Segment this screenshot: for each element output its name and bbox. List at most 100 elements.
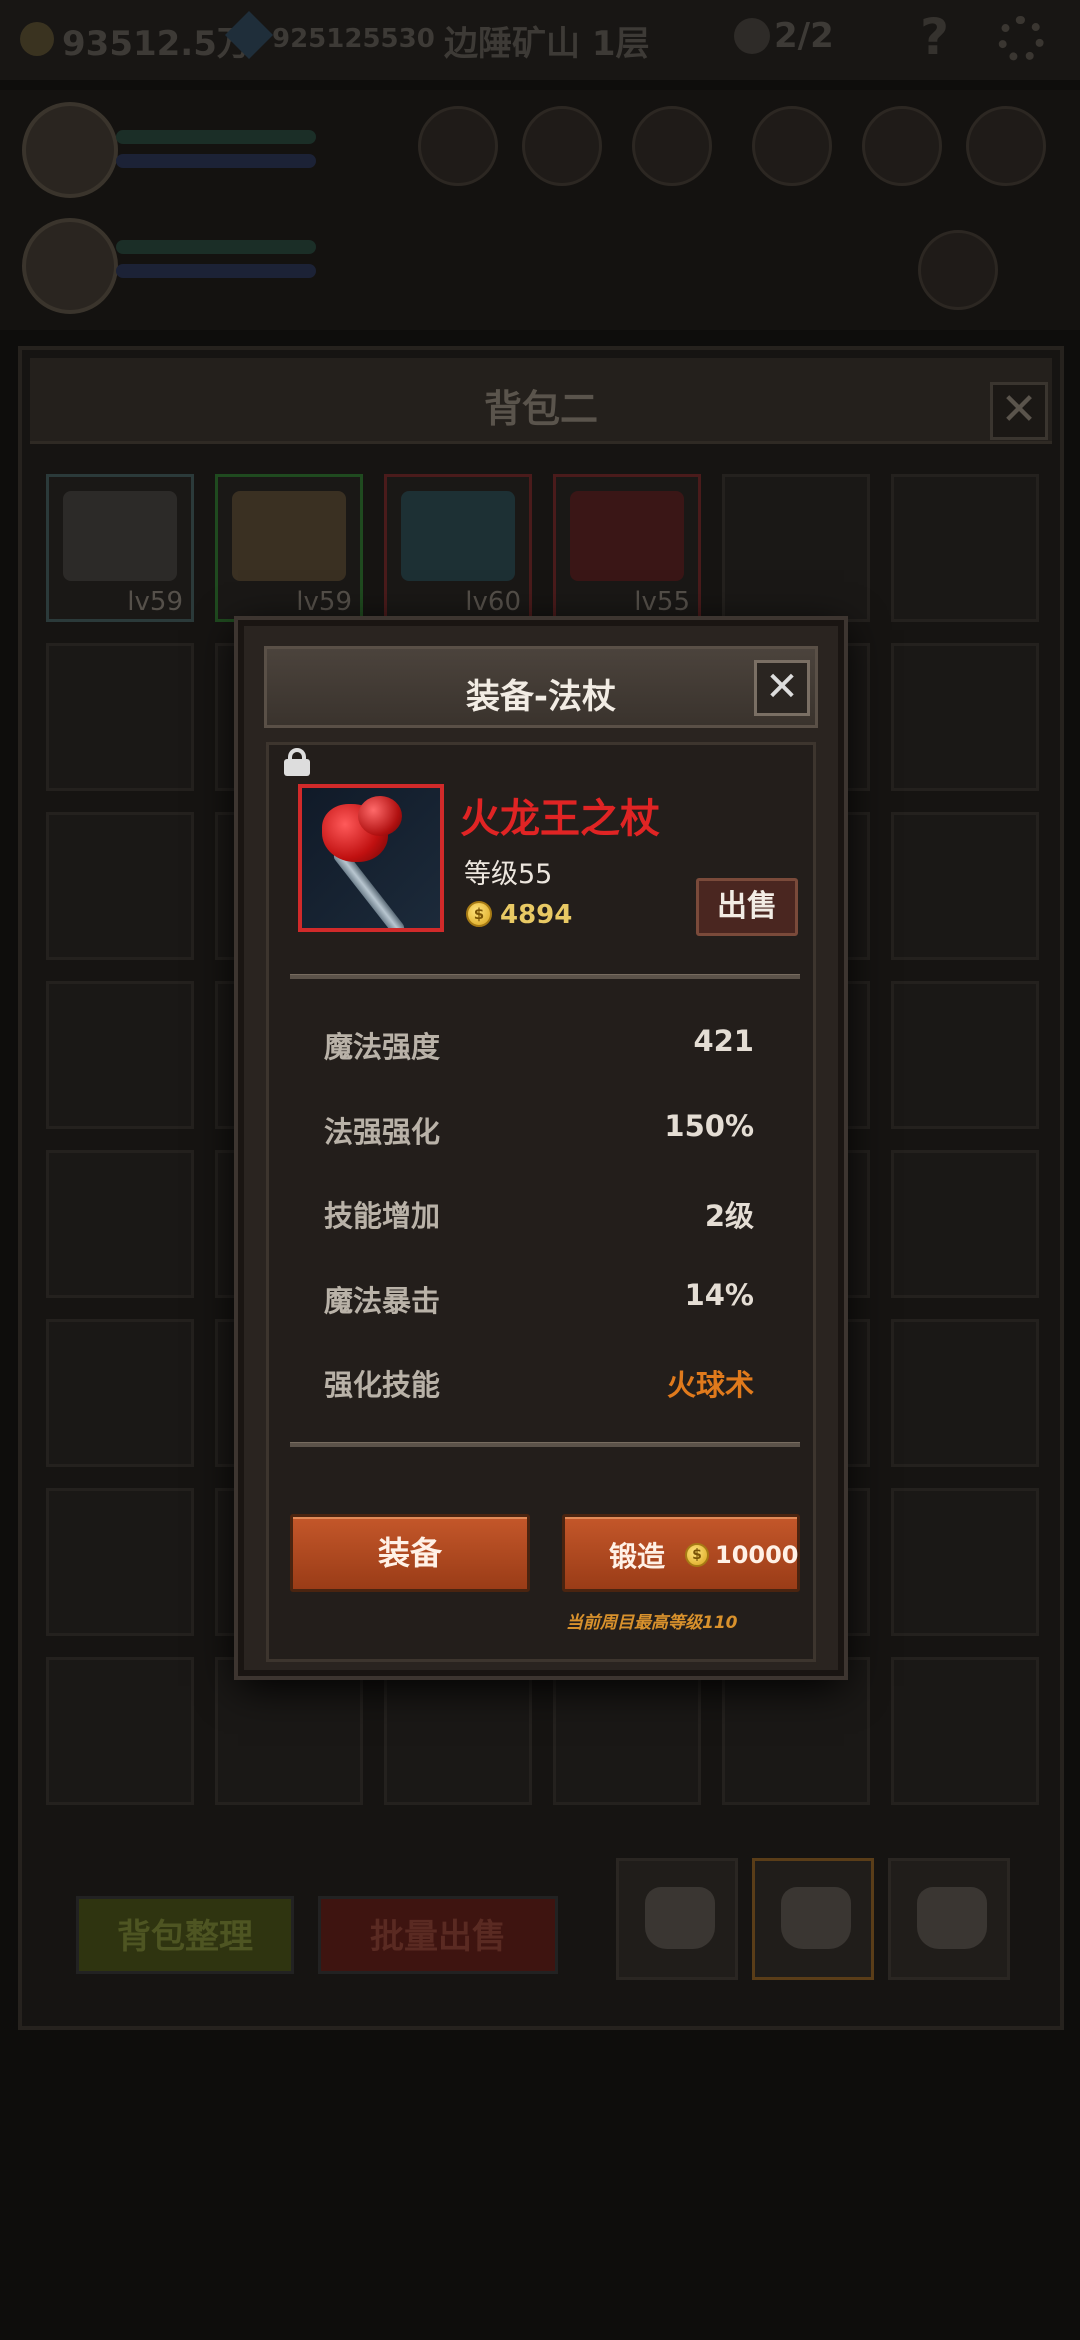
forge-level-note: 当前周目最高等级110 <box>566 1613 738 1633</box>
backpack-icon <box>917 1887 987 1949</box>
staff-icon <box>570 491 684 581</box>
inventory-slot[interactable] <box>891 643 1039 791</box>
equip-button[interactable]: 装备 <box>290 1514 530 1592</box>
inventory-slot[interactable] <box>46 643 194 791</box>
inventory-slot[interactable] <box>46 1319 194 1467</box>
stat-row: 法强强化 150% <box>324 1109 754 1149</box>
stat-label: 强化技能 <box>324 1368 441 1402</box>
bag-panel-header: 背包二 ✕ <box>30 358 1052 444</box>
bag-tab-2[interactable] <box>752 1858 874 1980</box>
inventory-slot[interactable] <box>46 1657 194 1805</box>
pet-mp-bar <box>116 264 316 278</box>
settings-gear-icon[interactable] <box>998 16 1044 62</box>
gold-amount: 93512.5万 <box>62 24 251 64</box>
dialog-header: 装备-法杖 <box>264 646 818 728</box>
slot-level: lv55 <box>634 587 690 617</box>
inventory-slot[interactable] <box>891 1319 1039 1467</box>
stat-value: 150% <box>664 1109 754 1143</box>
inventory-slot[interactable] <box>891 812 1039 960</box>
backpack-icon <box>781 1887 851 1949</box>
inventory-slot[interactable] <box>46 1150 194 1298</box>
top-resource-bar: 93512.5万 925125530 边陲矿山 1层 2/2 ? <box>0 0 1080 80</box>
inventory-slot[interactable]: lv59 <box>46 474 194 622</box>
bag-panel-title: 背包二 <box>483 387 598 431</box>
stat-value: 2级 <box>704 1199 754 1233</box>
lock-icon[interactable] <box>284 748 310 776</box>
stat-label: 技能增加 <box>324 1199 441 1233</box>
inventory-slot[interactable] <box>46 981 194 1129</box>
inventory-slot[interactable] <box>46 1488 194 1636</box>
item-detail-dialog: 装备-法杖 ✕ 火龙王之杖 等级55 $ 4894 出售 魔法强度 421 法强强化… <box>238 620 844 1676</box>
stat-label: 魔法暴击 <box>324 1284 441 1318</box>
skill-slot-7[interactable] <box>918 230 998 310</box>
item-icon-frame <box>298 784 444 932</box>
slot-level: lv59 <box>127 587 183 617</box>
hero-avatar[interactable] <box>22 102 118 198</box>
skill-slot-4[interactable] <box>752 106 832 186</box>
pet-avatar[interactable] <box>22 218 118 314</box>
skill-slot-3[interactable] <box>632 106 712 186</box>
stat-row: 魔法强度 421 <box>324 1024 754 1064</box>
slot-level: lv60 <box>465 587 521 617</box>
inventory-slot[interactable] <box>891 474 1039 622</box>
stat-label: 法强强化 <box>324 1115 441 1149</box>
bag-tab-3[interactable] <box>888 1858 1010 1980</box>
staff-gem-icon <box>358 796 402 836</box>
gold-coin-icon: $ <box>685 1543 709 1567</box>
divider <box>290 974 800 979</box>
inventory-slot[interactable] <box>553 1657 701 1805</box>
gold-icon <box>20 22 54 56</box>
sort-bag-button[interactable]: 背包整理 <box>76 1896 294 1974</box>
inventory-slot[interactable]: lv60 <box>384 474 532 622</box>
pet-hp-bar <box>116 240 316 254</box>
dagger-icon <box>401 491 515 581</box>
skill-slot-2[interactable] <box>522 106 602 186</box>
inventory-slot[interactable]: lv55 <box>553 474 701 622</box>
forge-label: 锻造 <box>609 1540 666 1573</box>
skull-count: 2/2 <box>774 16 834 56</box>
stat-row: 强化技能 火球术 <box>324 1362 754 1402</box>
bulk-sell-button[interactable]: 批量出售 <box>318 1896 558 1974</box>
hero-hp-bar <box>116 130 316 144</box>
inventory-slot[interactable] <box>891 1488 1039 1636</box>
inventory-slot[interactable]: lv59 <box>215 474 363 622</box>
slot-level: lv59 <box>296 587 352 617</box>
inventory-slot[interactable] <box>384 1657 532 1805</box>
inventory-slot[interactable] <box>722 1657 870 1805</box>
help-button[interactable]: ? <box>920 8 949 66</box>
bag-tab-1[interactable] <box>616 1858 738 1980</box>
backpack-icon <box>645 1887 715 1949</box>
inventory-slot[interactable] <box>891 981 1039 1129</box>
inventory-slot[interactable] <box>891 1150 1039 1298</box>
hero-status-area <box>0 90 1080 330</box>
stat-row: 魔法暴击 14% <box>324 1278 754 1318</box>
skill-slot-1[interactable] <box>418 106 498 186</box>
gold-coin-icon: $ <box>466 901 492 927</box>
item-level: 等级55 <box>464 859 553 890</box>
forge-button[interactable]: 锻造 $ 10000 <box>562 1514 800 1592</box>
bag-close-button[interactable]: ✕ <box>990 382 1048 440</box>
inventory-slot[interactable] <box>891 1657 1039 1805</box>
location-name: 边陲矿山 1层 <box>444 24 650 64</box>
item-sell-price: 4894 <box>500 900 573 930</box>
sell-button[interactable]: 出售 <box>696 878 798 936</box>
hero-mp-bar <box>116 154 316 168</box>
skull-icon <box>734 18 770 54</box>
forge-cost: 10000 <box>715 1541 799 1569</box>
inventory-slot[interactable] <box>46 812 194 960</box>
game-screen: 93512.5万 925125530 边陲矿山 1层 2/2 ? 背包二 ✕ l… <box>0 0 1080 2340</box>
lock-body <box>284 759 310 776</box>
item-name: 火龙王之杖 <box>460 796 660 842</box>
stat-value: 14% <box>684 1278 754 1312</box>
stat-value: 421 <box>693 1024 754 1058</box>
inventory-slot[interactable] <box>215 1657 363 1805</box>
dialog-close-button[interactable]: ✕ <box>754 660 810 716</box>
stat-label: 魔法强度 <box>324 1030 441 1064</box>
gun-icon <box>63 491 177 581</box>
stat-row: 技能增加 2级 <box>324 1193 754 1233</box>
inventory-slot[interactable] <box>722 474 870 622</box>
dialog-title: 装备-法杖 <box>465 677 617 717</box>
skill-slot-5[interactable] <box>862 106 942 186</box>
dice-icon <box>232 491 346 581</box>
skill-slot-6[interactable] <box>966 106 1046 186</box>
